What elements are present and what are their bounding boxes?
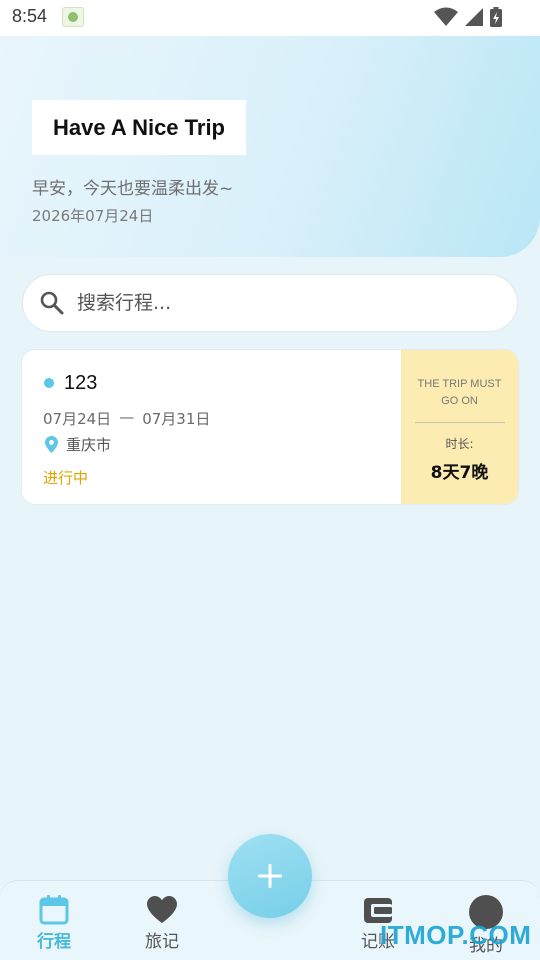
trip-card[interactable]: 123 07月24日 — 07月31日 重庆市 进行中 THE TRIP MUS… xyxy=(21,349,519,505)
search-icon xyxy=(40,291,64,315)
trip-start-date: 07月24日 xyxy=(43,410,112,428)
date-separator: — xyxy=(119,408,135,426)
trip-color-dot xyxy=(44,378,54,388)
nav-label-trips: 行程 xyxy=(37,932,71,952)
wifi-icon xyxy=(434,7,458,26)
location-pin-icon xyxy=(45,436,58,453)
hero-title-box: Have A Nice Trip xyxy=(32,100,246,155)
hero-header: Have A Nice Trip 早安，今天也要温柔出发~ 2026年07月24… xyxy=(0,36,540,257)
trip-duration-label: 时长: xyxy=(445,437,474,451)
calendar-icon xyxy=(39,895,69,925)
trip-end-date: 07月31日 xyxy=(142,410,211,428)
hero-title: Have A Nice Trip xyxy=(53,114,225,140)
trip-slogan: THE TRIP MUST GO ON xyxy=(417,378,502,407)
watermark-text: ITMOP.COM xyxy=(380,920,532,950)
trip-status-badge: 进行中 xyxy=(43,469,89,487)
trip-location: 重庆市 xyxy=(45,434,111,455)
nav-item-trips[interactable]: 行程 xyxy=(14,895,94,952)
trip-name: 123 xyxy=(64,372,98,394)
plus-icon xyxy=(258,864,282,888)
notification-app-icon xyxy=(62,7,84,27)
battery-icon xyxy=(490,7,502,27)
app-screen: 8:54 Have A Nice Trip 早安，今天也要温柔出发~ 2026年… xyxy=(0,0,540,960)
trip-location-label: 重庆市 xyxy=(66,436,112,454)
trip-date-range: 07月24日 — 07月31日 xyxy=(43,408,210,429)
trip-duration-value: 8天7晚 xyxy=(430,463,489,483)
trip-divider xyxy=(414,422,505,423)
nav-label-journal: 旅记 xyxy=(145,932,179,952)
add-trip-button[interactable] xyxy=(228,834,312,918)
greeting-text: 早安，今天也要温柔出发~ xyxy=(32,179,234,199)
search-input[interactable] xyxy=(77,292,457,314)
status-time: 8:54 xyxy=(12,6,48,26)
heart-icon xyxy=(147,896,177,923)
status-icons xyxy=(434,7,502,27)
status-bar: 8:54 xyxy=(0,0,540,36)
search-bar[interactable] xyxy=(22,274,518,332)
nav-item-journal[interactable]: 旅记 xyxy=(122,895,202,952)
current-date: 2026年07月24日 xyxy=(32,207,154,225)
trip-duration-panel: THE TRIP MUST GO ON 时长: 8天7晚 xyxy=(401,350,518,504)
cellular-signal-icon xyxy=(465,8,483,26)
